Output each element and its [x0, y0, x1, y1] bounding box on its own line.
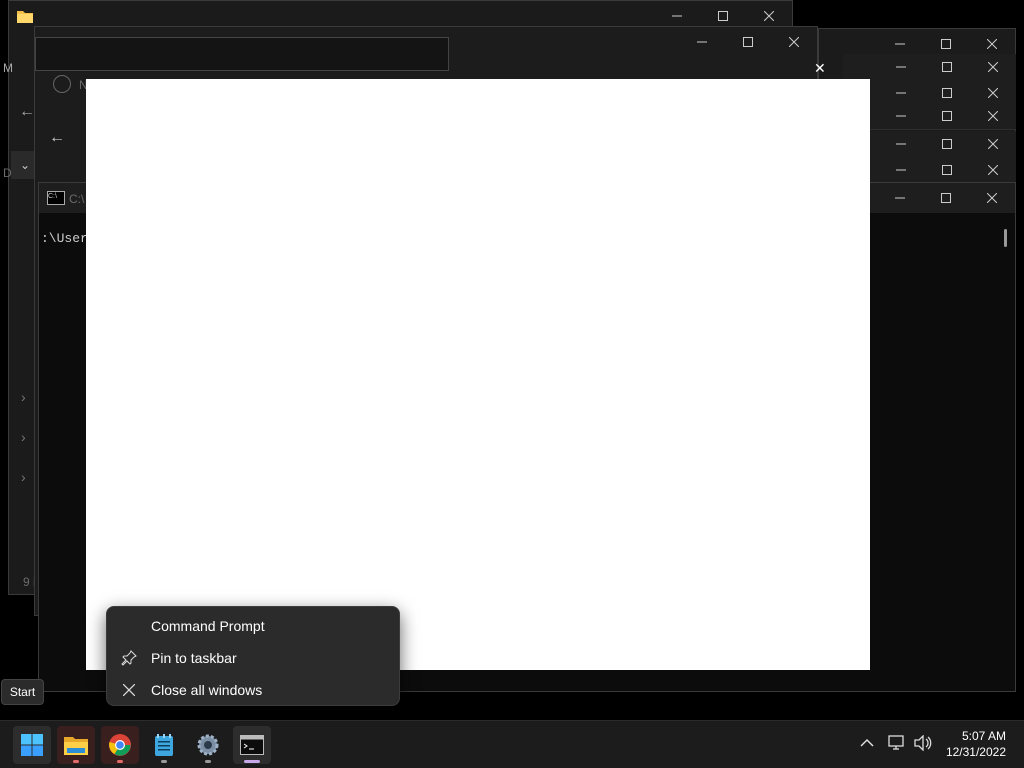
chevron-up-icon: [860, 738, 874, 747]
side-label: D: [3, 166, 12, 180]
notepad-taskbar-button[interactable]: [145, 726, 183, 764]
chevron-right-icon[interactable]: ›: [21, 469, 26, 485]
maximize-button[interactable]: [923, 183, 969, 213]
file-explorer-icon: [64, 737, 88, 755]
close-button[interactable]: [969, 183, 1015, 213]
close-icon: [107, 684, 151, 696]
command-prompt-icon: C:\: [47, 191, 65, 205]
taskbar: 5:07 AM 12/31/2022: [0, 720, 1024, 768]
network-icon[interactable]: [888, 735, 906, 756]
settings-taskbar-button[interactable]: [189, 726, 227, 764]
taskbar-jump-list: Command Prompt Pin to taskbar Close all …: [106, 606, 400, 706]
close-icon[interactable]: ✕: [814, 60, 826, 77]
windows-start-icon: [21, 734, 43, 756]
close-button[interactable]: [970, 131, 1016, 157]
clock-time: 5:07 AM: [961, 729, 1006, 743]
notepad-icon: [155, 734, 173, 756]
window-controls: [877, 183, 1015, 213]
new-item-icon[interactable]: [53, 75, 71, 93]
close-button[interactable]: [970, 157, 1016, 183]
command-prompt-taskbar-button[interactable]: [233, 726, 271, 764]
pin-to-taskbar-item[interactable]: Pin to taskbar: [107, 643, 399, 673]
minimize-button[interactable]: [679, 27, 725, 57]
system-clock[interactable]: 5:07 AM 12/31/2022: [946, 728, 1006, 760]
chrome-taskbar-button[interactable]: [101, 726, 139, 764]
scrollbar-thumb[interactable]: [1004, 229, 1007, 247]
minimize-button[interactable]: [877, 183, 923, 213]
close-all-label: Close all windows: [151, 682, 263, 698]
folder-icon: [17, 9, 33, 28]
maximize-button[interactable]: [924, 54, 970, 80]
cmd-title: C:\: [69, 192, 85, 206]
close-button[interactable]: [970, 54, 1016, 80]
stacked-window-2-titlebar[interactable]: [843, 54, 1016, 81]
blank-app-window[interactable]: [86, 79, 870, 670]
minimize-button[interactable]: [878, 103, 924, 129]
command-prompt-icon: [240, 735, 264, 755]
address-bar[interactable]: [35, 37, 449, 71]
pin-icon: [107, 650, 151, 666]
app-name-label: Command Prompt: [151, 618, 265, 634]
minimize-button[interactable]: [878, 157, 924, 183]
chevron-right-icon[interactable]: ›: [21, 389, 26, 405]
maximize-button[interactable]: [924, 157, 970, 183]
clock-date: 12/31/2022: [945, 745, 1006, 759]
start-tooltip: Start: [1, 679, 44, 705]
chevron-right-icon[interactable]: ›: [21, 429, 26, 445]
volume-icon[interactable]: [914, 734, 932, 756]
start-button[interactable]: [13, 726, 51, 764]
maximize-button[interactable]: [924, 103, 970, 129]
settings-icon: [197, 734, 219, 756]
file-explorer-taskbar-button[interactable]: [57, 726, 95, 764]
maximize-button[interactable]: [725, 27, 771, 57]
side-label: M: [3, 61, 13, 75]
cmd-output: :\User: [41, 231, 88, 246]
pin-label: Pin to taskbar: [151, 650, 237, 666]
window-controls: [679, 27, 817, 57]
close-button[interactable]: [970, 103, 1016, 129]
maximize-button[interactable]: [924, 131, 970, 157]
back-arrow-icon[interactable]: ←: [19, 103, 35, 121]
jump-list-app-name[interactable]: Command Prompt: [107, 611, 399, 641]
back-arrow-icon[interactable]: ←: [49, 129, 65, 147]
minimize-button[interactable]: [878, 131, 924, 157]
show-hidden-icons-button[interactable]: [860, 735, 874, 751]
minimize-button[interactable]: [878, 54, 924, 80]
close-all-windows-item[interactable]: Close all windows: [107, 675, 399, 705]
close-button[interactable]: [771, 27, 817, 57]
chrome-icon: [109, 734, 131, 756]
